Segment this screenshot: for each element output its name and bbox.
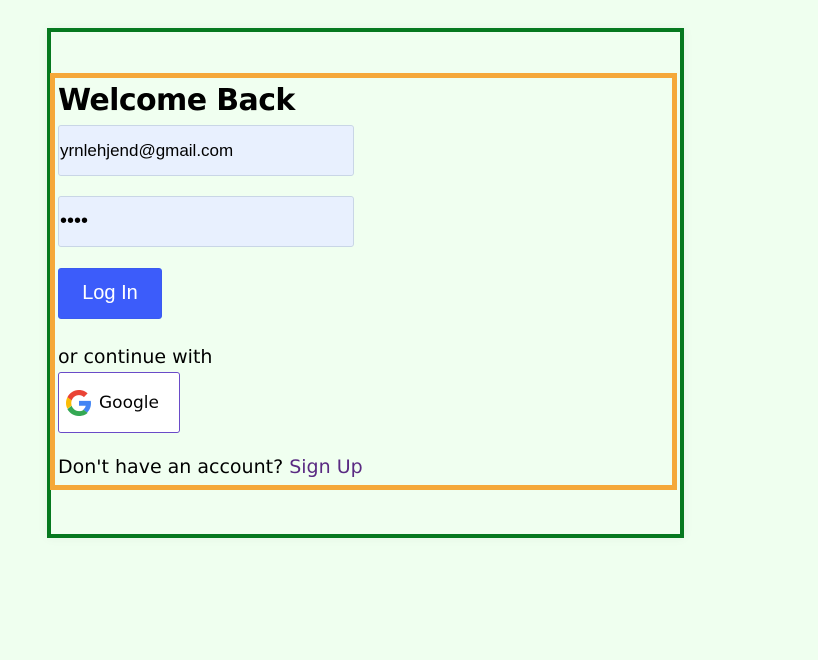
signup-prompt-line: Don't have an account? Sign Up xyxy=(58,455,658,479)
password-input[interactable] xyxy=(58,196,354,247)
continue-with-text: or continue with xyxy=(58,346,213,368)
login-button[interactable]: Log In xyxy=(58,268,162,319)
signup-link[interactable]: Sign Up xyxy=(289,456,362,478)
signup-prompt-text: Don't have an account? xyxy=(58,456,284,478)
login-form: Welcome Back Log In or continue with Goo… xyxy=(58,84,658,479)
google-button-label: Google xyxy=(99,392,159,413)
google-signin-button[interactable]: Google xyxy=(58,372,180,433)
login-form-container: Welcome Back Log In or continue with Goo… xyxy=(50,73,677,490)
google-logo-icon xyxy=(66,389,92,416)
email-input[interactable] xyxy=(58,125,354,176)
page-title: Welcome Back xyxy=(58,83,295,118)
